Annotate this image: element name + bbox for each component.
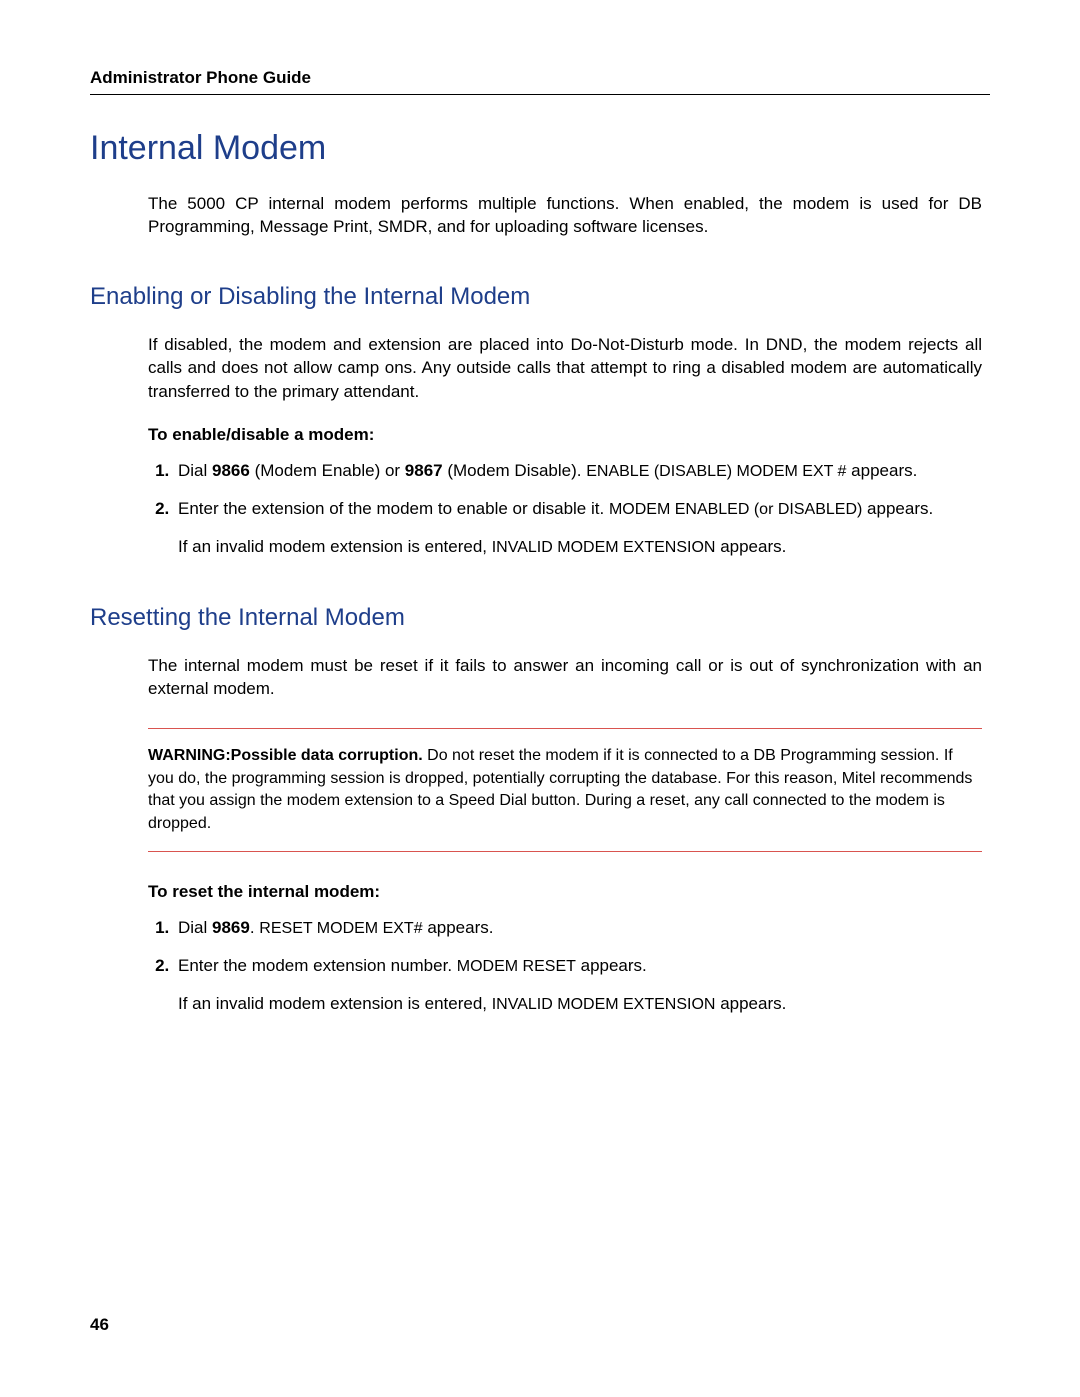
page-title: Internal Modem [90,129,990,168]
enable-section-title: Enabling or Disabling the Internal Modem [90,283,990,311]
reset-paragraph: The internal modem must be reset if it f… [148,654,982,701]
display-message: ENABLE (DISABLE) MODEM EXT # [586,463,846,480]
display-message: MODEM RESET [457,958,576,975]
text: appears. [715,537,786,556]
dial-code: 9869 [212,918,250,937]
text: appears. [862,499,933,518]
page: Administrator Phone Guide Internal Modem… [0,0,1080,1397]
reset-step-2: Enter the modem extension number. MODEM … [174,954,982,978]
text: If an invalid modem extension is entered… [178,994,492,1013]
text: (Modem Enable) or [250,461,405,480]
reset-section-title: Resetting the Internal Modem [90,604,990,632]
enable-steps-list: Dial 9866 (Modem Enable) or 9867 (Modem … [148,459,982,521]
reset-block: The internal modem must be reset if it f… [148,654,982,1017]
text: Dial [178,461,212,480]
reset-step-1: Dial 9869. RESET MODEM EXT# appears. [174,916,982,940]
text: Dial [178,918,212,937]
intro-paragraph: The 5000 CP internal modem performs mult… [148,192,982,239]
text: If an invalid modem extension is entered… [178,537,492,556]
display-message: INVALID MODEM EXTENSION [492,539,716,556]
reset-steps-list: Dial 9869. RESET MODEM EXT# appears. Ent… [148,916,982,978]
enable-paragraph: If disabled, the modem and extension are… [148,333,982,403]
enable-note: If an invalid modem extension is entered… [178,535,982,559]
enable-step-2: Enter the extension of the modem to enab… [174,497,982,521]
enable-block: If disabled, the modem and extension are… [148,333,982,560]
page-number: 46 [90,1315,109,1335]
text: Enter the modem extension number. [178,956,457,975]
text: (Modem Disable). [443,461,587,480]
warning-lead: WARNING:Possible data corruption. [148,747,423,764]
reset-note: If an invalid modem extension is entered… [178,992,982,1016]
running-header: Administrator Phone Guide [90,68,990,95]
display-message: INVALID MODEM EXTENSION [492,996,716,1013]
dial-code: 9866 [212,461,250,480]
text: appears. [846,461,917,480]
text: appears. [423,918,494,937]
text: appears. [715,994,786,1013]
warning-box: WARNING:Possible data corruption. Do not… [148,728,982,852]
enable-instructions-heading: To enable/disable a modem: [148,425,982,445]
reset-instructions-heading: To reset the internal modem: [148,882,982,902]
display-message: RESET MODEM EXT# [259,920,422,937]
text: appears. [576,956,647,975]
display-message: MODEM ENABLED (or DISABLED) [609,501,862,518]
enable-step-1: Dial 9866 (Modem Enable) or 9867 (Modem … [174,459,982,483]
intro-block: The 5000 CP internal modem performs mult… [148,192,982,239]
text: . [250,918,259,937]
dial-code: 9867 [405,461,443,480]
text: Enter the extension of the modem to enab… [178,499,609,518]
